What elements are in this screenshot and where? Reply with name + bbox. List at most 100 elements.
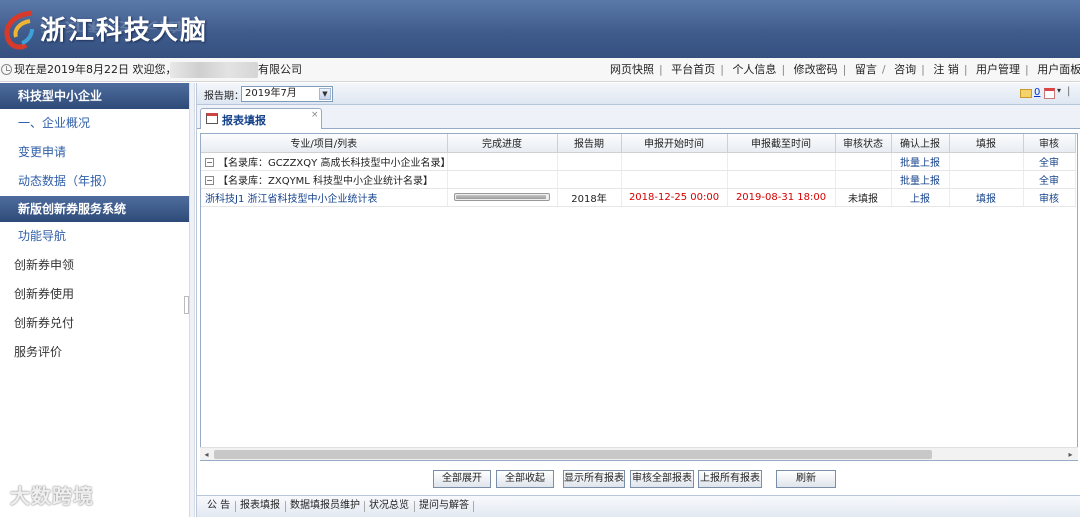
- collapse-icon[interactable]: −: [205, 158, 214, 167]
- close-icon[interactable]: ×: [311, 110, 319, 120]
- col-header-confirm[interactable]: 确认上报: [891, 134, 950, 153]
- sidebar-section-voucher[interactable]: 新版创新券服务系统: [0, 196, 189, 222]
- scroll-left-icon[interactable]: ◂: [200, 448, 213, 461]
- nav-snapshot[interactable]: 网页快照: [610, 63, 654, 76]
- group-row: − 【名录库：ZXQYML 科技型中小企业统计名录】 批量上报 全审: [201, 170, 1076, 189]
- sidebar-item-voucher-apply[interactable]: 创新券申领: [0, 251, 189, 280]
- redacted-username: [170, 62, 258, 78]
- col-header-audit[interactable]: 审核: [1023, 134, 1076, 153]
- fill-link[interactable]: 填报: [949, 188, 1024, 207]
- sidebar-section-sme[interactable]: 科技型中小企业: [0, 83, 189, 109]
- group-row: − 【名录库：GCZZXQY 高成长科技型中小企业名录】 批量上报 全审: [201, 152, 1076, 171]
- col-header-status[interactable]: 审核状态: [835, 134, 892, 153]
- report-icon: [206, 113, 218, 124]
- horizontal-scrollbar[interactable]: ◂ ▸: [200, 447, 1078, 460]
- audit-all-link[interactable]: 全审: [1023, 170, 1076, 189]
- divider: [414, 501, 415, 512]
- bottom-tab-notice[interactable]: 公 告: [207, 496, 230, 516]
- col-header-start[interactable]: 申报开始时间: [621, 134, 728, 153]
- progress-cell: [447, 188, 558, 207]
- divider: [364, 501, 365, 512]
- audit-all-link[interactable]: 全审: [1023, 152, 1076, 171]
- batch-submit-link[interactable]: 批量上报: [891, 152, 950, 171]
- sidebar-item-dynamic-data[interactable]: 动态数据（年报）: [0, 167, 189, 196]
- status-cell: 未填报: [835, 188, 892, 207]
- nav-home[interactable]: 平台首页: [671, 63, 715, 76]
- sidebar-item-change-request[interactable]: 变更申请: [0, 138, 189, 167]
- collapse-icon[interactable]: −: [205, 176, 214, 185]
- nav-user-manage[interactable]: 用户管理: [976, 63, 1020, 76]
- main-panel: 报告期： 2019年7月 ▼ 0 ▾ | 报表填报 × 专业/项目/列表 完成进…: [196, 83, 1080, 517]
- splitter-handle[interactable]: [184, 296, 189, 314]
- bottom-tab-report-fill[interactable]: 报表填报: [240, 496, 280, 516]
- cell: [835, 170, 892, 189]
- calendar-icon[interactable]: [1044, 88, 1055, 99]
- sidebar-item-voucher-redeem[interactable]: 创新券兑付: [0, 309, 189, 338]
- period-label: 报告期：: [204, 91, 244, 102]
- period-value: 2019年7月: [245, 88, 297, 99]
- audit-link[interactable]: 审核: [1023, 188, 1076, 207]
- show-all-reports-button[interactable]: 显示所有报表: [563, 470, 625, 488]
- cell: [621, 170, 728, 189]
- col-header-progress[interactable]: 完成进度: [447, 134, 558, 153]
- nav-logout[interactable]: 注 销: [933, 63, 959, 76]
- progress-bar: [454, 192, 550, 201]
- submit-link[interactable]: 上报: [891, 188, 950, 207]
- bottom-tab-filler-maintenance[interactable]: 数据填报员维护: [290, 496, 360, 516]
- col-header-end[interactable]: 申报截至时间: [727, 134, 836, 153]
- group-title: 【名录库：GCZZXQY 高成长科技型中小企业名录】: [218, 157, 447, 169]
- expand-all-button[interactable]: 全部展开: [433, 470, 491, 488]
- table-header-row: 专业/项目/列表 完成进度 报告期 申报开始时间 申报截至时间 审核状态 确认上…: [201, 134, 1076, 153]
- batch-submit-link[interactable]: 批量上报: [891, 170, 950, 189]
- sidebar-item-function-nav[interactable]: 功能导航: [0, 222, 189, 251]
- cell: [949, 152, 1024, 171]
- bottom-tabs: 公 告 报表填报 数据填报员维护 状况总览 提问与解答: [197, 495, 1080, 517]
- group-title-cell: − 【名录库：ZXQYML 科技型中小企业统计名录】: [201, 170, 448, 189]
- collapse-all-button[interactable]: 全部收起: [496, 470, 554, 488]
- tab-report-fill[interactable]: 报表填报 ×: [200, 108, 322, 129]
- col-header-fill[interactable]: 填报: [949, 134, 1024, 153]
- sidebar: 科技型中小企业 一、企业概况 变更申请 动态数据（年报） 新版创新券服务系统 功…: [0, 83, 189, 517]
- bottom-tab-qa[interactable]: 提问与解答: [419, 496, 469, 516]
- nav-message[interactable]: 留言: [855, 63, 877, 76]
- refresh-button[interactable]: 刷新: [776, 470, 836, 488]
- group-title: 【名录库：ZXQYML 科技型中小企业统计名录】: [218, 175, 434, 187]
- nav-user-panel[interactable]: 用户面板: [1037, 63, 1080, 76]
- period-select[interactable]: 2019年7月 ▼: [241, 86, 333, 102]
- start-time-cell: 2018-12-25 00:00: [621, 188, 728, 207]
- col-header-period[interactable]: 报告期: [557, 134, 622, 153]
- report-table: 专业/项目/列表 完成进度 报告期 申报开始时间 申报截至时间 审核状态 确认上…: [201, 134, 1076, 207]
- table-row: 浙科技J1 浙江省科技型中小企业统计表 2018年 2018-12-25 00:…: [201, 188, 1076, 207]
- sidebar-item-company-overview[interactable]: 一、企业概况: [0, 109, 189, 138]
- audit-all-reports-button[interactable]: 审核全部报表: [630, 470, 694, 488]
- nav-profile[interactable]: 个人信息: [732, 63, 776, 76]
- logo-reflection: 浙江科技大脑: [40, 18, 185, 33]
- panel-splitter[interactable]: [189, 83, 195, 517]
- sidebar-item-voucher-use[interactable]: 创新券使用: [0, 280, 189, 309]
- nav-consult[interactable]: 咨询: [894, 63, 916, 76]
- submit-all-reports-button[interactable]: 上报所有报表: [698, 470, 762, 488]
- bottom-tab-status-overview[interactable]: 状况总览: [369, 496, 409, 516]
- cell: [621, 152, 728, 171]
- logo-icon: [4, 10, 34, 50]
- company-name: 有限公司: [258, 63, 302, 76]
- clock-icon: [1, 64, 12, 75]
- period-cell: 2018年: [557, 188, 622, 207]
- report-grid: 专业/项目/列表 完成进度 报告期 申报开始时间 申报截至时间 审核状态 确认上…: [200, 133, 1078, 461]
- caret-down-icon[interactable]: ▾: [1057, 86, 1061, 95]
- scroll-thumb[interactable]: [214, 450, 932, 459]
- cell: [557, 170, 622, 189]
- end-time-cell: 2019-08-31 18:00: [727, 188, 836, 207]
- mail-icon[interactable]: [1020, 89, 1032, 98]
- mail-count[interactable]: 0: [1034, 87, 1040, 98]
- toolbar-separator: |: [1067, 86, 1071, 97]
- cell: [727, 152, 836, 171]
- col-header-item[interactable]: 专业/项目/列表: [201, 134, 448, 153]
- cell: [949, 170, 1024, 189]
- nav-change-password[interactable]: 修改密码: [794, 63, 838, 76]
- scroll-right-icon[interactable]: ▸: [1064, 448, 1077, 461]
- info-bar: 现在是2019年8月22日 欢迎您， 有限公司 网页快照 | 平台首页 | 个人信息…: [0, 58, 1080, 82]
- report-name-link[interactable]: 浙科技J1 浙江省科技型中小企业统计表: [201, 188, 448, 207]
- sidebar-item-service-review[interactable]: 服务评价: [0, 338, 189, 367]
- top-nav: 网页快照 | 平台首页 | 个人信息 | 修改密码 | 留言 / 咨询 | 注 销 | 用户管…: [610, 63, 1080, 76]
